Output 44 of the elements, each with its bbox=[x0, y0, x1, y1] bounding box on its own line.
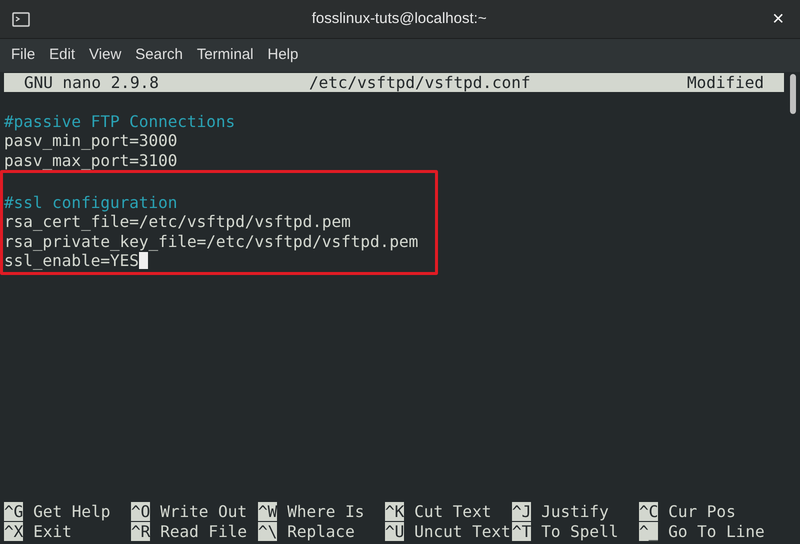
close-button[interactable]: × bbox=[768, 9, 788, 29]
shortcut-key: ^T bbox=[512, 522, 532, 541]
menu-item[interactable]: File bbox=[4, 44, 42, 67]
shortcut-key: ^_ bbox=[639, 522, 658, 541]
shortcut-key: ^U bbox=[385, 522, 404, 541]
file-path: /etc/vsftpd/vsftpd.conf bbox=[309, 72, 532, 92]
shortcut-key: ^O bbox=[131, 502, 150, 522]
shortcut-label: Exit bbox=[33, 522, 72, 541]
code-line: ssl_enable=YES bbox=[4, 251, 139, 270]
nano-version: GNU nano 2.9.8 bbox=[24, 72, 160, 92]
shortcut-key: ^X bbox=[4, 522, 24, 541]
code-line: pasv_min_port=3000 bbox=[4, 131, 178, 150]
menu-item[interactable]: Search bbox=[128, 44, 190, 67]
terminal-icon bbox=[12, 12, 30, 26]
shortcut-label: To Spell bbox=[541, 522, 618, 541]
shortcut-key: ^W bbox=[258, 502, 278, 522]
shortcut-key: ^G bbox=[4, 502, 24, 522]
menu-item[interactable]: Edit bbox=[42, 44, 82, 67]
code-comment: #passive FTP Connections bbox=[4, 112, 236, 131]
menu-item[interactable]: View bbox=[82, 44, 128, 67]
code-line: rsa_private_key_file=/etc/vsftpd/vsftpd.pem bbox=[4, 232, 418, 251]
code-comment: #ssl configuration bbox=[4, 192, 178, 212]
modified-status: Modified bbox=[686, 72, 764, 92]
shortcut-label: Write Out bbox=[160, 502, 247, 522]
shortcut-label: Cut Text bbox=[414, 502, 492, 522]
shortcut-label: Uncut Text bbox=[414, 522, 511, 541]
shortcut-label: Justify bbox=[541, 502, 609, 522]
shortcut-key: ^\ bbox=[258, 522, 278, 541]
shortcut-key: ^J bbox=[512, 502, 532, 522]
code-line: pasv_max_port=3100 bbox=[4, 150, 178, 170]
shortcut-label: Where Is bbox=[287, 502, 364, 522]
shortcut-label: Cur Pos bbox=[668, 502, 736, 522]
shortcut-label: Go To Line bbox=[668, 522, 765, 541]
menu-item[interactable]: Help bbox=[260, 44, 306, 67]
shortcut-key: ^K bbox=[385, 502, 404, 522]
code-line: rsa_cert_file=/etc/vsftpd/vsftpd.pem bbox=[4, 212, 351, 232]
scrollbar-thumb[interactable] bbox=[790, 74, 796, 114]
shortcut-key: ^R bbox=[131, 522, 150, 541]
shortcut-label: Read File bbox=[160, 522, 247, 541]
shortcut-label: Replace bbox=[287, 522, 355, 541]
shortcut-key: ^C bbox=[639, 502, 658, 522]
shortcut-label: Get Help bbox=[33, 502, 110, 522]
menu-item[interactable]: Terminal bbox=[190, 44, 260, 67]
window-title: fosslinux-tuts@localhost:~ bbox=[310, 8, 488, 29]
